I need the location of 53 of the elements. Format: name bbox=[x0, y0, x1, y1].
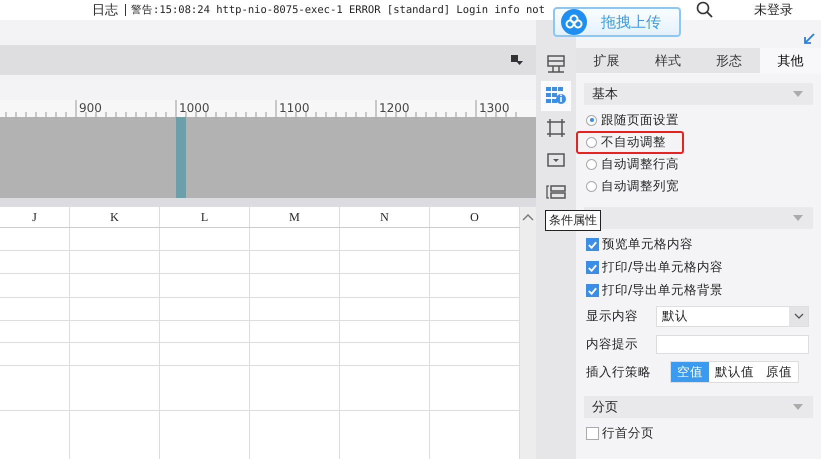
option-label: 自动调整行高 bbox=[601, 156, 679, 172]
column-header[interactable]: J bbox=[0, 207, 70, 227]
field-label: 内容提示 bbox=[586, 336, 639, 352]
radio-button[interactable] bbox=[586, 114, 597, 126]
log-label: 日志 bbox=[92, 2, 118, 19]
layout-icon bbox=[547, 55, 565, 73]
tab[interactable]: 其他 bbox=[760, 48, 821, 73]
checkbox-label: 打印/导出单元格内容 bbox=[602, 259, 724, 276]
checkbox-label: 打印/导出单元格背景 bbox=[602, 282, 724, 299]
column-header[interactable]: L bbox=[160, 207, 250, 227]
radio-button[interactable] bbox=[586, 180, 597, 192]
log-message: 警告:15:08:24 http-nio-8075-exec-1 ERROR [standard] Login info not bbox=[131, 3, 545, 17]
grid-info-icon bbox=[546, 87, 566, 105]
caret-icon bbox=[793, 215, 803, 221]
radio-button[interactable] bbox=[586, 136, 597, 148]
tooltip: 条件属性 bbox=[545, 210, 601, 231]
section-header[interactable] bbox=[584, 207, 813, 229]
frame-icon bbox=[547, 119, 565, 137]
scroll-up-icon[interactable] bbox=[522, 213, 534, 221]
caret-icon bbox=[793, 91, 803, 97]
radio-button[interactable] bbox=[586, 158, 597, 170]
checkbox[interactable] bbox=[586, 238, 599, 251]
select-field[interactable]: 默认 bbox=[656, 306, 809, 326]
column-header[interactable]: N bbox=[340, 207, 430, 227]
checkbox[interactable] bbox=[586, 261, 599, 274]
field-label: 显示内容 bbox=[586, 308, 639, 324]
cloud-icon bbox=[561, 9, 587, 35]
input-field[interactable] bbox=[656, 334, 809, 354]
login-link[interactable]: 未登录 bbox=[754, 1, 793, 19]
section-header[interactable]: 基本 bbox=[584, 83, 813, 105]
column-header[interactable]: K bbox=[70, 207, 160, 227]
caret-icon bbox=[793, 404, 803, 410]
dropdown-icon bbox=[547, 153, 565, 167]
checkbox-label: 预览单元格内容 bbox=[602, 236, 693, 253]
format-painter-icon[interactable] bbox=[511, 54, 523, 66]
collapse-icon[interactable] bbox=[803, 33, 815, 45]
side-tab[interactable] bbox=[541, 81, 571, 111]
condition-icon bbox=[546, 185, 566, 199]
ruler: 900 1000 1100 1200 1300 bbox=[0, 100, 536, 117]
section-header[interactable]: 分页 bbox=[584, 396, 813, 418]
field-label: 插入行策略 bbox=[586, 364, 652, 380]
scrollbar[interactable] bbox=[520, 207, 536, 459]
checkbox[interactable] bbox=[586, 427, 599, 440]
option-label: 自动调整列宽 bbox=[601, 178, 679, 194]
search-icon[interactable] bbox=[696, 1, 714, 19]
option-label: 跟随页面设置 bbox=[601, 112, 679, 128]
checkbox[interactable] bbox=[586, 284, 599, 297]
page-break-marker[interactable] bbox=[176, 117, 186, 198]
chevron-icon bbox=[794, 313, 804, 319]
option-label: 不自动调整 bbox=[601, 134, 666, 150]
checkbox-label: 行首分页 bbox=[602, 425, 654, 442]
column-header[interactable]: M bbox=[250, 207, 340, 227]
horizontal-scrollbar[interactable] bbox=[0, 198, 536, 207]
